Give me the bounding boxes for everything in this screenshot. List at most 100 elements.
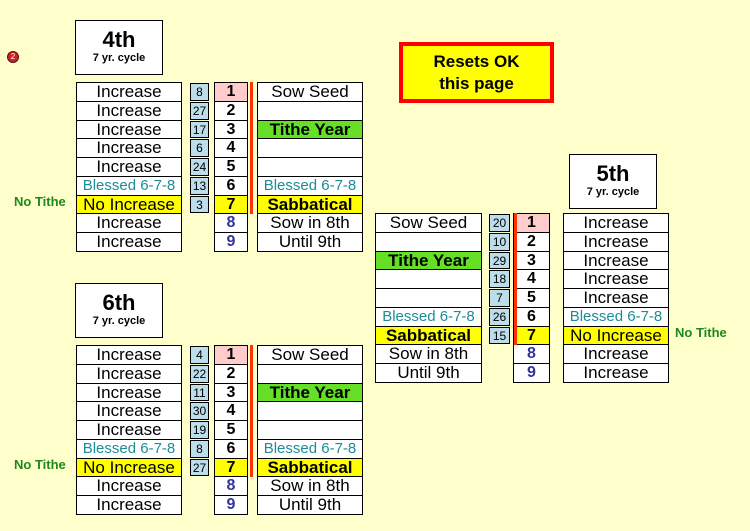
right-cell: Increase [563, 213, 669, 233]
cycle-header: 4th 7 yr. cycle [75, 20, 163, 75]
right-cell: Increase [563, 250, 669, 271]
left-cell: Increase [76, 82, 182, 102]
right-cell: Sow in 8th [257, 213, 363, 233]
right-cell [257, 157, 363, 177]
left-cell: Increase [76, 138, 182, 158]
year-number-cell: 5 [214, 420, 248, 440]
day-number-cell: 29 [489, 251, 510, 270]
left-cell [375, 288, 482, 308]
left-cell: Sabbatical [375, 325, 482, 346]
cycle-title: 5th [596, 161, 630, 186]
year-number-cell: 3 [214, 382, 248, 403]
right-cell [257, 363, 363, 384]
day-number-cell: 8 [190, 439, 209, 458]
left-cell: Increase [76, 495, 182, 515]
year-number-cell: 8 [214, 213, 248, 233]
cycle-subtitle: 7 yr. cycle [586, 186, 640, 198]
red-dot-marker: 2 [7, 51, 19, 63]
right-cell: Sow Seed [257, 345, 363, 365]
left-cell: Increase [76, 213, 182, 233]
year-number-cell: 7 [214, 194, 248, 215]
year-number-cell: 5 [513, 288, 550, 308]
year-number-cell: 3 [513, 250, 550, 271]
right-cell [257, 138, 363, 158]
right-cell: Tithe Year [257, 119, 363, 140]
left-cell [375, 269, 482, 289]
year-number-cell: 6 [214, 175, 248, 196]
right-cell: Increase [563, 363, 669, 383]
left-cell: Increase [76, 420, 182, 440]
year-number-cell: 6 [214, 438, 248, 459]
left-cell: Tithe Year [375, 250, 482, 271]
right-cell: Increase [563, 269, 669, 289]
year-number-cell: 9 [513, 363, 550, 383]
year-number-cell: 8 [513, 344, 550, 364]
day-number-cell: 30 [190, 402, 209, 420]
day-number-cell: 4 [190, 346, 209, 364]
year-number-cell: 3 [214, 119, 248, 140]
left-cell: Blessed 6-7-8 [76, 175, 182, 196]
left-cell: Blessed 6-7-8 [375, 306, 482, 327]
day-number-cell: 27 [190, 458, 209, 477]
day-number-cell: 18 [489, 270, 510, 288]
resets-line1: Resets OK [433, 52, 520, 71]
cycle-header: 6th 7 yr. cycle [75, 283, 163, 338]
day-number-cell: 8 [190, 83, 209, 101]
year-number-cell: 5 [214, 157, 248, 177]
day-number-cell: 19 [190, 421, 209, 439]
left-cell: Increase [76, 232, 182, 252]
day-number-cell: 7 [489, 289, 510, 307]
left-cell: Until 9th [375, 363, 482, 383]
right-cell: Increase [563, 344, 669, 364]
year-number-cell: 2 [214, 363, 248, 384]
no-tithe-label-5th: No Tithe [675, 325, 727, 340]
year-number-cell: 9 [214, 232, 248, 252]
year-number-cell: 4 [214, 401, 248, 421]
right-cell [257, 100, 363, 121]
left-cell: No Increase [76, 457, 182, 478]
year-number-cell: 2 [214, 100, 248, 121]
left-cell: Sow Seed [375, 213, 482, 233]
cycle-subtitle: 7 yr. cycle [92, 315, 146, 327]
cycle-header: 5th 7 yr. cycle [569, 154, 657, 209]
left-cell: Increase [76, 345, 182, 365]
right-cell: Blessed 6-7-8 [257, 175, 363, 196]
year-number-cell: 2 [513, 231, 550, 252]
day-number-cell: 26 [489, 307, 510, 326]
day-number-cell: 11 [190, 383, 209, 402]
year-number-cell: 4 [513, 269, 550, 289]
cycle-subtitle: 7 yr. cycle [92, 52, 146, 64]
cycle-title: 4th [102, 27, 136, 52]
year-number-cell: 1 [214, 82, 248, 102]
right-cell: Tithe Year [257, 382, 363, 403]
left-cell [375, 231, 482, 252]
year-number-cell: 8 [214, 476, 248, 496]
day-number-cell: 13 [190, 176, 209, 195]
day-number-cell: 22 [190, 364, 209, 383]
red-separator-bar [514, 213, 517, 346]
right-cell: Sow in 8th [257, 476, 363, 496]
left-cell: Increase [76, 401, 182, 421]
right-cell: Blessed 6-7-8 [257, 438, 363, 459]
year-number-cell: 7 [214, 457, 248, 478]
right-cell: Sabbatical [257, 457, 363, 478]
right-cell: Sabbatical [257, 194, 363, 215]
right-cell: Increase [563, 231, 669, 252]
resets-notice: Resets OK this page [399, 42, 554, 103]
left-cell: Increase [76, 382, 182, 403]
left-cell: Increase [76, 100, 182, 121]
day-number-cell: 15 [489, 326, 510, 345]
left-cell: Increase [76, 476, 182, 496]
red-separator-bar [250, 82, 253, 215]
year-number-cell: 6 [513, 306, 550, 327]
right-cell: Until 9th [257, 495, 363, 515]
left-cell: Increase [76, 363, 182, 384]
right-cell [257, 401, 363, 421]
year-number-cell: 4 [214, 138, 248, 158]
right-cell: Until 9th [257, 232, 363, 252]
day-number-cell: 6 [190, 139, 209, 157]
left-cell: Sow in 8th [375, 344, 482, 364]
right-cell: Sow Seed [257, 82, 363, 102]
no-tithe-label-4th: No Tithe [14, 194, 66, 209]
year-number-cell: 7 [513, 325, 550, 346]
